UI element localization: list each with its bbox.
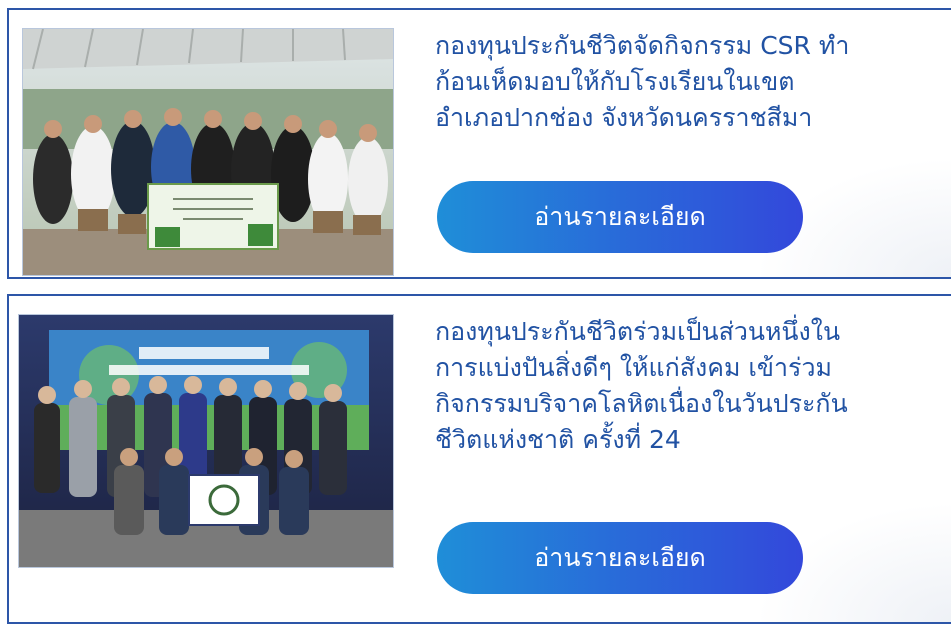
news-title-line: อำเภอปากช่อง จังหวัดนครราชสีมา: [435, 103, 813, 132]
news-title[interactable]: กองทุนประกันชีวิตร่วมเป็นส่วนหนึ่งใน การ…: [435, 314, 951, 458]
news-title-line: การแบ่งปันสิ่งดีๆ ให้แก่สังคม เข้าร่วม: [435, 353, 832, 382]
news-card: กองทุนประกันชีวิตร่วมเป็นส่วนหนึ่งใน การ…: [7, 294, 951, 624]
news-thumbnail-blood-donation[interactable]: [18, 314, 394, 568]
news-title-line: กองทุนประกันชีวิตร่วมเป็นส่วนหนึ่งใน: [435, 317, 841, 346]
news-card: กองทุนประกันชีวิตจัดกิจกรรม CSR ทำ ก้อนเ…: [7, 8, 951, 279]
news-title-line: กองทุนประกันชีวิตจัดกิจกรรม CSR ทำ: [435, 31, 850, 60]
news-title-line: ชีวิตแห่งชาติ ครั้งที่ 24: [435, 425, 681, 454]
news-title[interactable]: กองทุนประกันชีวิตจัดกิจกรรม CSR ทำ ก้อนเ…: [435, 28, 951, 136]
read-more-button[interactable]: อ่านรายละเอียด: [437, 522, 803, 594]
news-thumbnail-mushroom-csr[interactable]: [22, 28, 394, 276]
read-more-button[interactable]: อ่านรายละเอียด: [437, 181, 803, 253]
news-title-line: กิจกรรมบริจาคโลหิตเนื่องในวันประกัน: [435, 389, 848, 418]
news-title-line: ก้อนเห็ดมอบให้กับโรงเรียนในเขต: [435, 67, 795, 96]
